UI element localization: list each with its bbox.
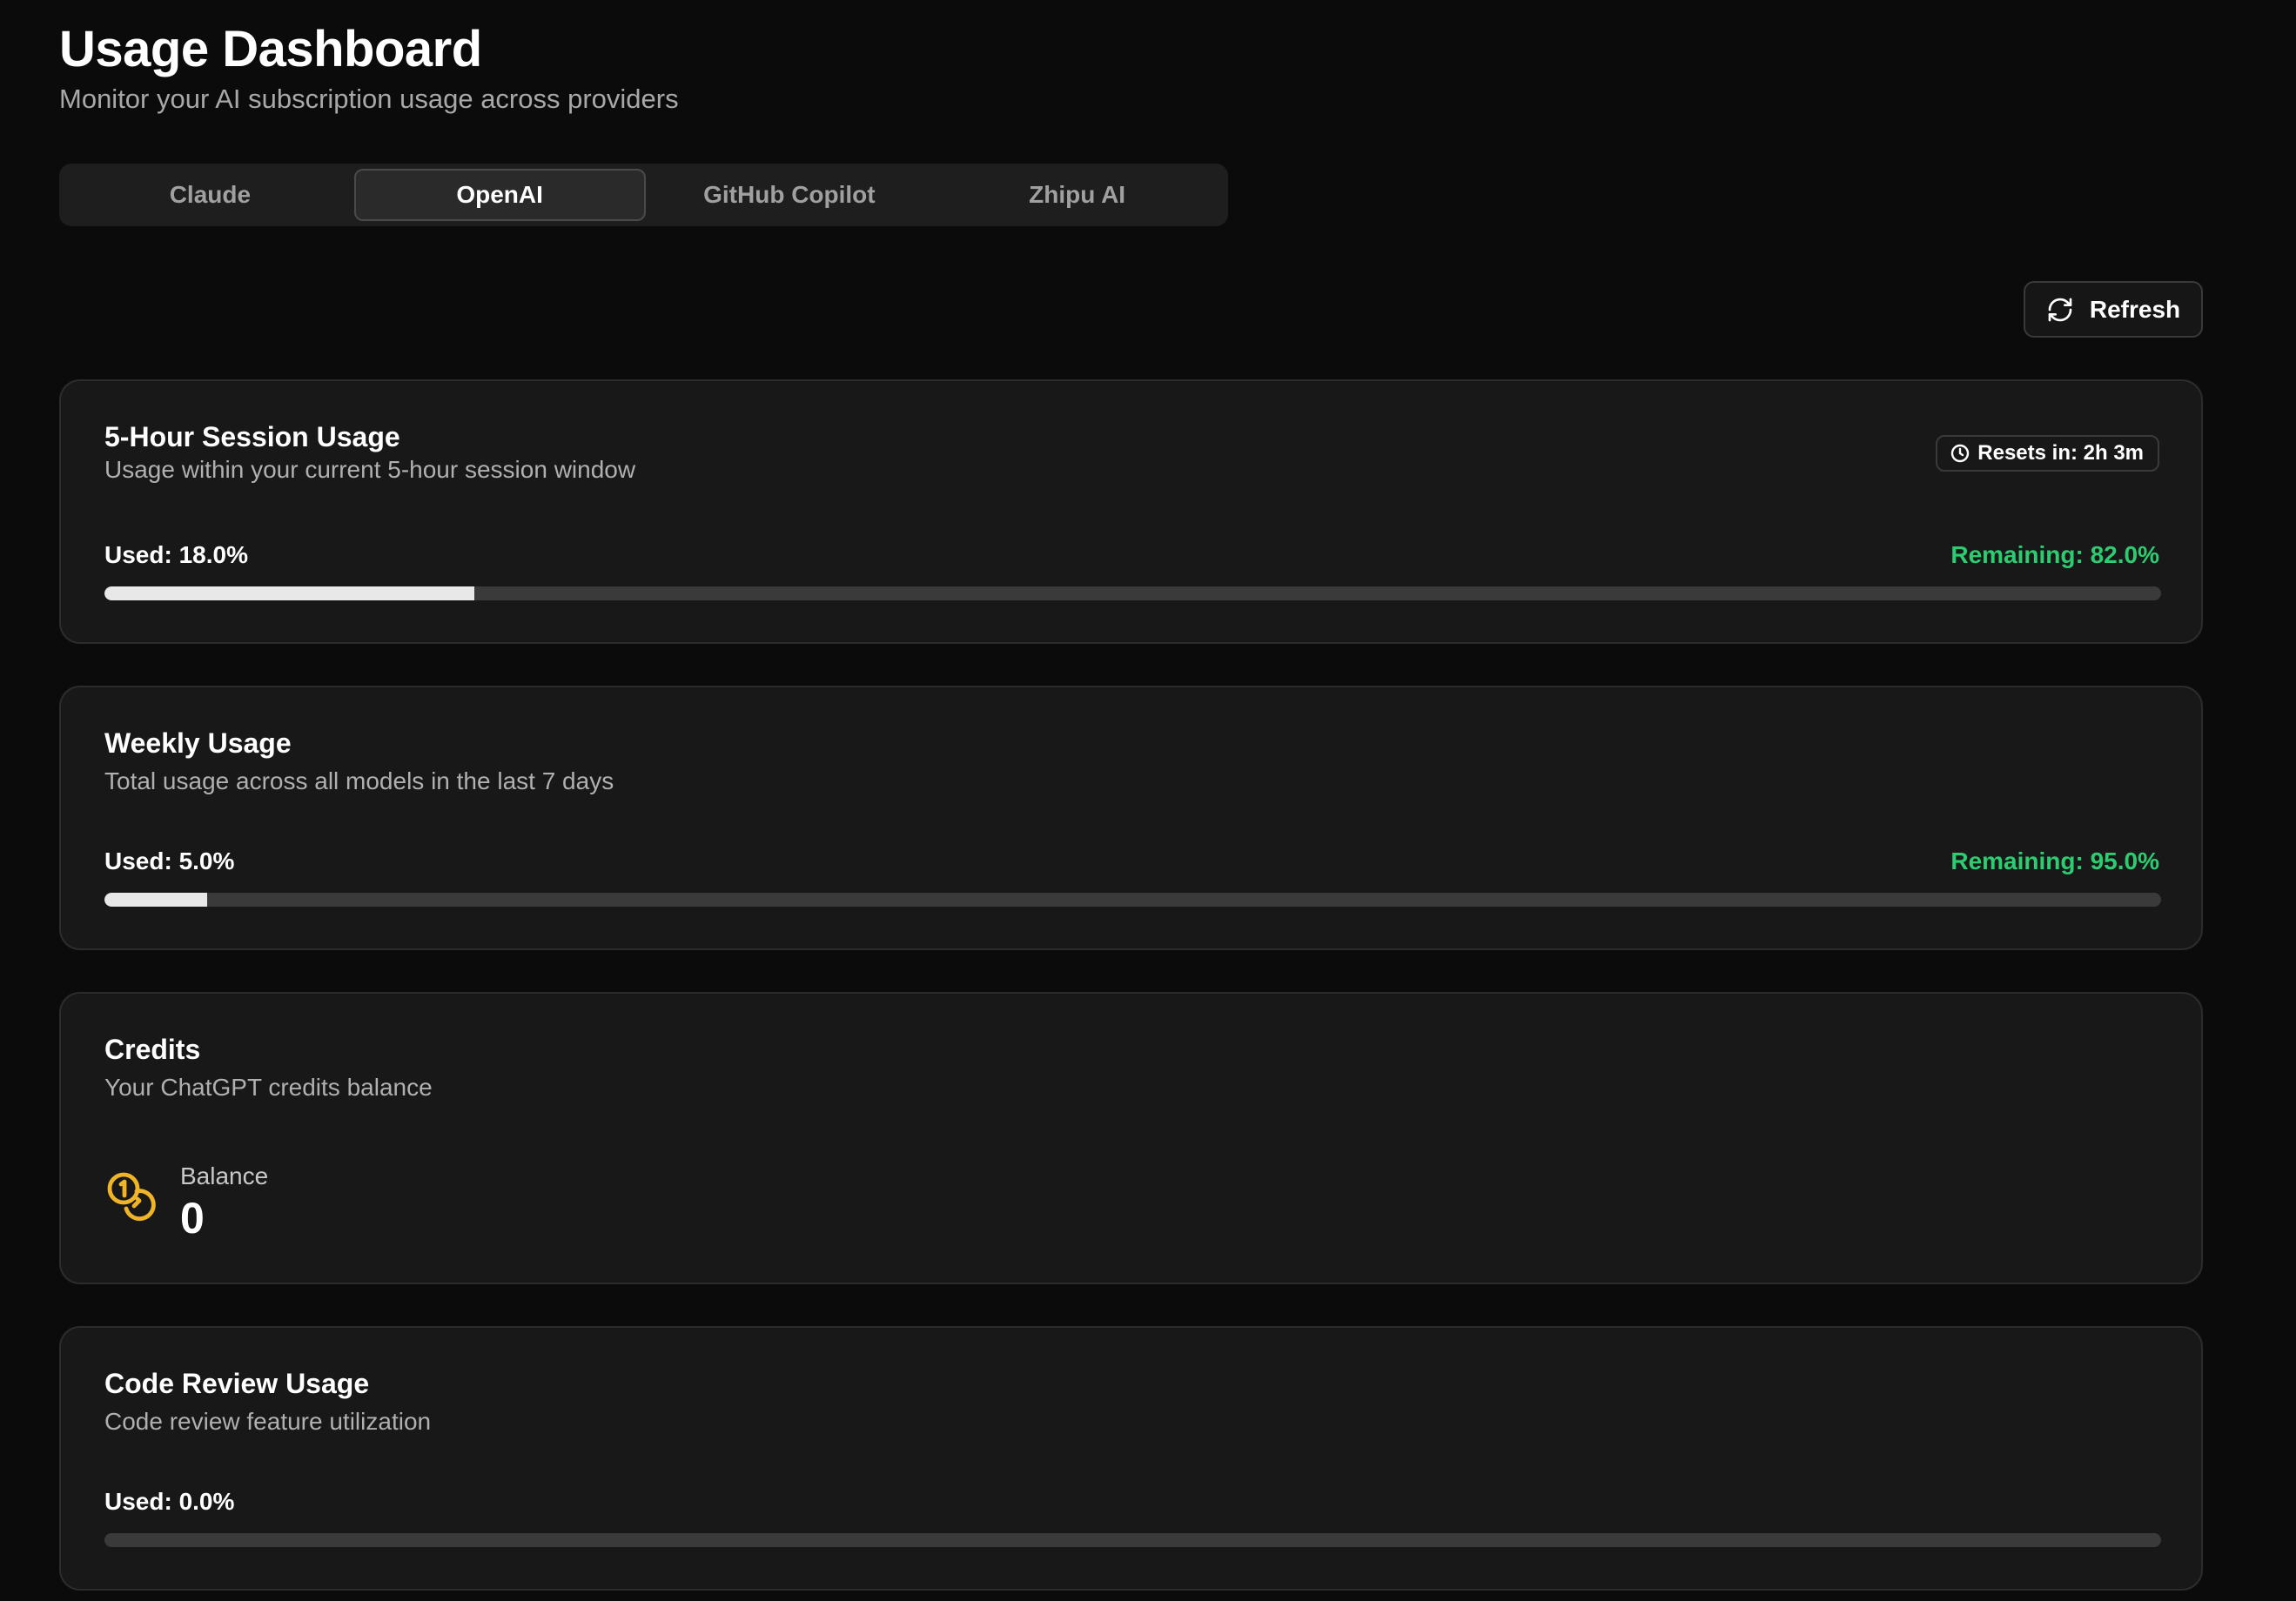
- code-review-usage-card: Code Review Usage Code review feature ut…: [59, 1326, 2203, 1591]
- weekly-progress-bar: [104, 893, 2161, 907]
- weekly-progress-fill: [104, 893, 208, 907]
- tab-claude[interactable]: Claude: [66, 169, 354, 221]
- credits-description: Your ChatGPT credits balance: [104, 1074, 433, 1101]
- session-usage-description: Usage within your current 5-hour session…: [104, 456, 636, 483]
- weekly-usage-card: Weekly Usage Total usage across all mode…: [59, 686, 2203, 950]
- clock-icon: [1951, 444, 1970, 463]
- weekly-used-label: Used: 5.0%: [104, 847, 235, 874]
- session-usage-card: 5-Hour Session Usage Usage within your c…: [59, 379, 2203, 644]
- weekly-usage-description: Total usage across all models in the las…: [104, 767, 614, 794]
- tab-zhipu-ai[interactable]: Zhipu AI: [933, 169, 1221, 221]
- page-header: Usage Dashboard Monitor your AI subscrip…: [59, 19, 679, 117]
- weekly-remaining-label: Remaining: 95.0%: [1950, 847, 2159, 874]
- code-review-title: Code Review Usage: [104, 1368, 370, 1399]
- tab-openai[interactable]: OpenAI: [353, 169, 646, 221]
- reset-timer-label: Resets in: 2h 3m: [1977, 441, 2144, 465]
- balance-value: 0: [180, 1194, 205, 1243]
- refresh-icon: [2048, 298, 2072, 321]
- credits-card: Credits Your ChatGPT credits balance Bal…: [59, 992, 2203, 1284]
- session-usage-title: 5-Hour Session Usage: [104, 421, 400, 452]
- code-review-description: Code review feature utilization: [104, 1408, 432, 1435]
- refresh-button[interactable]: Refresh: [2024, 281, 2203, 338]
- tab-github-copilot[interactable]: GitHub Copilot: [646, 169, 934, 221]
- provider-tabs: Claude OpenAI GitHub Copilot Zhipu AI: [59, 164, 1228, 226]
- reset-timer-badge: Resets in: 2h 3m: [1936, 435, 2159, 472]
- credits-title: Credits: [104, 1034, 201, 1065]
- weekly-usage-title: Weekly Usage: [104, 727, 292, 759]
- session-progress-fill: [104, 586, 475, 600]
- page-subtitle: Monitor your AI subscription usage acros…: [59, 84, 679, 114]
- usage-dashboard-page: Usage Dashboard Monitor your AI subscrip…: [0, 0, 2296, 1601]
- session-used-label: Used: 18.0%: [104, 541, 248, 568]
- balance-label: Balance: [180, 1162, 269, 1189]
- refresh-button-label: Refresh: [2089, 295, 2181, 323]
- code-review-progress-bar: [104, 1533, 2161, 1547]
- page-title: Usage Dashboard: [59, 21, 482, 77]
- session-progress-bar: [104, 586, 2161, 600]
- session-remaining-label: Remaining: 82.0%: [1950, 541, 2159, 568]
- code-review-used-label: Used: 0.0%: [104, 1488, 235, 1515]
- coins-icon: [107, 1172, 156, 1221]
